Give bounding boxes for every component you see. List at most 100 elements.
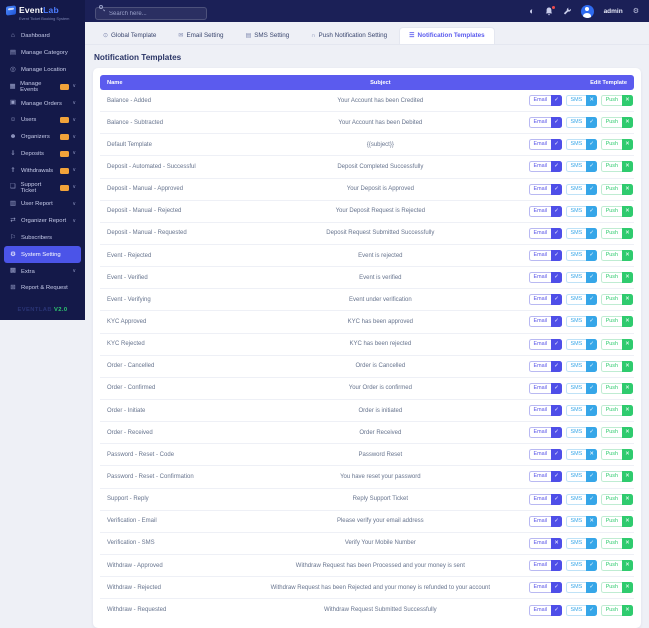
sms-status-toggle-enabled[interactable]: ✓ [586,405,598,417]
theme-toggle-icon[interactable]: ◐ [529,6,534,16]
sms-status-toggle-enabled[interactable]: ✓ [586,471,598,483]
email-status-toggle-enabled[interactable]: ✓ [551,95,562,107]
email-status-toggle-enabled[interactable]: ✓ [551,604,562,616]
email-edit-button[interactable]: Email [528,360,551,372]
email-edit-button[interactable]: Email [528,316,551,328]
push-status-toggle-disabled[interactable]: ✕ [621,117,633,129]
sms-edit-button[interactable]: SMS [565,360,587,372]
push-edit-button[interactable]: Push [600,161,622,173]
sms-status-toggle-enabled[interactable]: ✓ [586,338,598,350]
sidebar-item-user-report[interactable]: ▥ User Report ∨ [4,196,81,213]
sidebar-item-organizers[interactable]: ☻ Organizers ∨ [4,129,81,146]
email-status-toggle-enabled[interactable]: ✓ [551,161,562,173]
email-edit-button[interactable]: Email [528,250,551,262]
email-edit-button[interactable]: Email [528,537,551,549]
sms-status-toggle-disabled[interactable]: ✕ [586,449,598,461]
push-edit-button[interactable]: Push [600,338,622,350]
email-edit-button[interactable]: Email [528,161,551,173]
sms-edit-button[interactable]: SMS [565,227,587,239]
push-status-toggle-disabled[interactable]: ✕ [621,139,633,151]
sms-edit-button[interactable]: SMS [565,272,587,284]
email-edit-button[interactable]: Email [528,272,551,284]
email-status-toggle-enabled[interactable]: ✓ [551,316,562,328]
sidebar-item-dashboard[interactable]: ⌂ Dashboard [4,28,81,45]
sidebar-item-manage-orders[interactable]: ▣ Manage Orders ∨ [4,95,81,112]
email-status-toggle-enabled[interactable]: ✓ [551,405,562,417]
push-status-toggle-disabled[interactable]: ✕ [621,405,633,417]
sms-status-toggle-enabled[interactable]: ✓ [586,117,598,129]
email-status-toggle-enabled[interactable]: ✓ [551,427,562,439]
sms-edit-button[interactable]: SMS [565,117,587,129]
sms-edit-button[interactable]: SMS [565,537,587,549]
push-edit-button[interactable]: Push [600,560,622,572]
sms-edit-button[interactable]: SMS [565,294,587,306]
sms-status-toggle-enabled[interactable]: ✓ [586,316,598,328]
sidebar-item-manage-events[interactable]: ▦ Manage Events ∨ [4,78,81,95]
sidebar-item-users[interactable]: ☺ Users ∨ [4,112,81,129]
email-status-toggle-enabled[interactable]: ✓ [551,294,562,306]
email-edit-button[interactable]: Email [528,471,551,483]
push-edit-button[interactable]: Push [600,272,622,284]
sms-edit-button[interactable]: SMS [565,316,587,328]
sidebar-item-subscribers[interactable]: ⚐ Subscribers [4,230,81,247]
push-edit-button[interactable]: Push [600,227,622,239]
push-edit-button[interactable]: Push [600,427,622,439]
email-status-toggle-enabled[interactable]: ✓ [551,139,562,151]
brand-logo[interactable]: EventLab [0,0,85,16]
tab-global-template[interactable]: ⊙ Global Template [93,27,166,44]
push-edit-button[interactable]: Push [600,117,622,129]
tools-wrench-icon[interactable] [563,7,571,15]
sms-edit-button[interactable]: SMS [565,560,587,572]
push-status-toggle-disabled[interactable]: ✕ [621,582,633,594]
push-edit-button[interactable]: Push [600,205,622,217]
push-edit-button[interactable]: Push [600,405,622,417]
sms-status-toggle-enabled[interactable]: ✓ [586,360,598,372]
push-status-toggle-disabled[interactable]: ✕ [621,227,633,239]
email-status-toggle-enabled[interactable]: ✓ [551,560,562,572]
push-edit-button[interactable]: Push [600,95,622,107]
push-status-toggle-disabled[interactable]: ✕ [621,515,633,527]
sms-edit-button[interactable]: SMS [565,183,587,195]
sms-edit-button[interactable]: SMS [565,449,587,461]
sms-edit-button[interactable]: SMS [565,493,587,505]
sidebar-item-extra[interactable]: ▩ Extra ∨ [4,263,81,280]
sidebar-item-deposits[interactable]: ⇓ Deposits ∨ [4,146,81,163]
username-label[interactable]: admin [604,8,623,15]
email-edit-button[interactable]: Email [528,405,551,417]
push-status-toggle-disabled[interactable]: ✕ [621,250,633,262]
push-edit-button[interactable]: Push [600,250,622,262]
sidebar-item-manage-category[interactable]: ▤ Manage Category [4,45,81,62]
push-status-toggle-disabled[interactable]: ✕ [621,493,633,505]
sidebar-item-support-ticket[interactable]: ❏ Support Ticket ∨ [4,179,81,196]
sms-edit-button[interactable]: SMS [565,161,587,173]
email-edit-button[interactable]: Email [528,449,551,461]
tab-push-notification-setting[interactable]: ∩ Push Notification Setting [301,27,397,44]
sms-edit-button[interactable]: SMS [565,338,587,350]
push-status-toggle-disabled[interactable]: ✕ [621,161,633,173]
email-status-toggle-enabled[interactable]: ✓ [551,449,562,461]
email-status-toggle-enabled[interactable]: ✓ [551,360,562,372]
email-status-toggle-enabled[interactable]: ✓ [551,117,562,129]
email-edit-button[interactable]: Email [528,205,551,217]
sms-status-toggle-enabled[interactable]: ✓ [586,294,598,306]
sms-status-toggle-enabled[interactable]: ✓ [586,139,598,151]
email-edit-button[interactable]: Email [528,515,551,527]
sms-edit-button[interactable]: SMS [565,582,587,594]
sms-status-toggle-enabled[interactable]: ✓ [586,205,598,217]
sidebar-item-manage-location[interactable]: ◎ Manage Location [4,62,81,79]
sms-edit-button[interactable]: SMS [565,471,587,483]
push-edit-button[interactable]: Push [600,604,622,616]
push-status-toggle-disabled[interactable]: ✕ [621,205,633,217]
sidebar-item-report-request[interactable]: ⊞ Report & Request [4,280,81,297]
user-avatar[interactable] [580,4,594,18]
sms-edit-button[interactable]: SMS [565,405,587,417]
push-status-toggle-disabled[interactable]: ✕ [621,449,633,461]
push-status-toggle-disabled[interactable]: ✕ [621,382,633,394]
sms-status-toggle-enabled[interactable]: ✓ [586,250,598,262]
push-status-toggle-disabled[interactable]: ✕ [621,272,633,284]
push-status-toggle-disabled[interactable]: ✕ [621,427,633,439]
push-edit-button[interactable]: Push [600,316,622,328]
push-status-toggle-disabled[interactable]: ✕ [621,604,633,616]
sms-edit-button[interactable]: SMS [565,382,587,394]
email-edit-button[interactable]: Email [528,338,551,350]
